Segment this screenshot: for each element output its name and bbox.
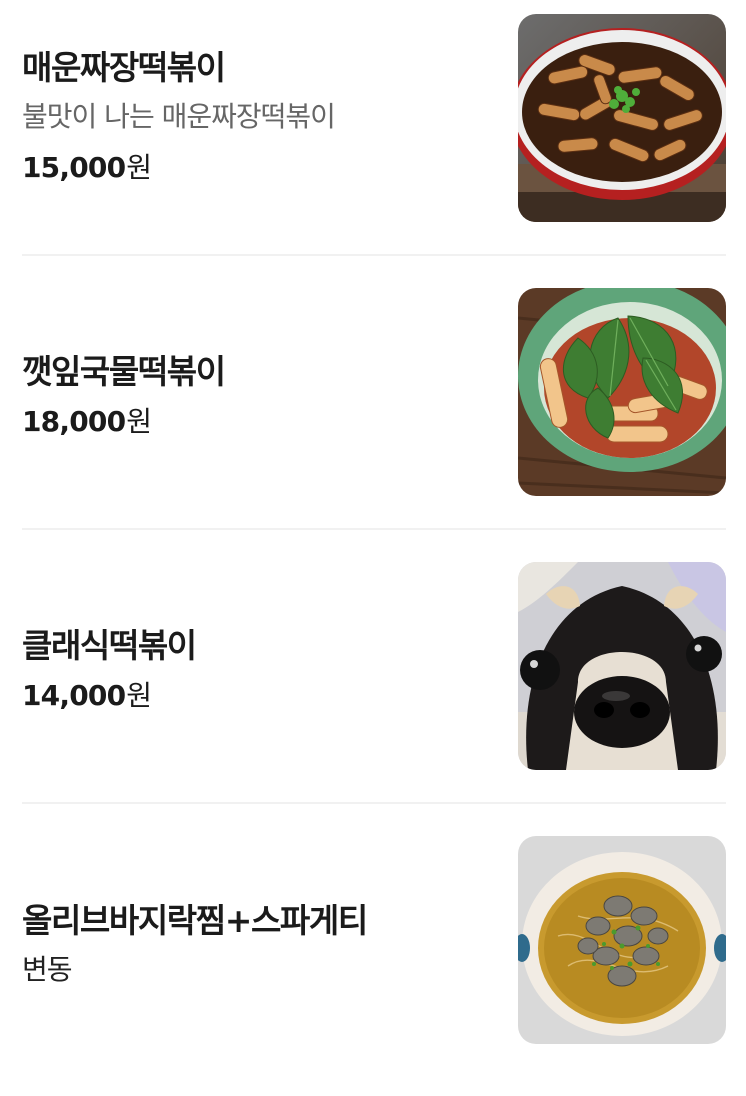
price-currency: 원 xyxy=(126,405,152,438)
perilla-soup-tteokbokki-photo[interactable] xyxy=(518,288,726,496)
menu-item-price: 14,000원 xyxy=(22,670,492,722)
menu-item-price: 18,000원 xyxy=(22,396,492,448)
price-currency: 원 xyxy=(126,679,152,712)
menu-item-text: 깻잎국물떡볶이 18,000원 xyxy=(22,274,492,522)
menu-item-price: 15,000원 xyxy=(22,142,492,194)
menu-item-description: 불맛이 나는 매운짜장떡볶이 xyxy=(22,100,336,133)
menu-item-olive-clam-spaghetti[interactable]: 올리브바지락찜+스파게티 변동 xyxy=(0,822,746,1096)
menu-item-name: 깻잎국물떡볶이 xyxy=(22,352,226,391)
menu-item-perilla-soup-tteokbokki[interactable]: 깻잎국물떡볶이 18,000원 xyxy=(0,274,746,548)
menu-item-spicy-jjajang-tteokbokki[interactable]: 매운짜장떡볶이 불맛이 나는 매운짜장떡볶이 15,000원 xyxy=(0,0,746,274)
price-currency: 원 xyxy=(126,151,152,184)
price-amount: 18,000 xyxy=(22,405,126,438)
menu-item-text: 올리브바지락찜+스파게티 변동 xyxy=(22,822,492,1070)
menu-list: 매운짜장떡볶이 불맛이 나는 매운짜장떡볶이 15,000원 깻잎국물떡볶이 1… xyxy=(0,0,746,1070)
divider xyxy=(22,528,726,530)
menu-item-name: 매운짜장떡볶이 xyxy=(22,48,226,87)
divider xyxy=(22,802,726,804)
clam-spaghetti-image xyxy=(518,836,726,1044)
divider xyxy=(22,254,726,256)
menu-item-name: 클래식떡볶이 xyxy=(22,626,197,665)
perilla-tteokbokki-image xyxy=(518,288,726,496)
clam-spaghetti-photo[interactable] xyxy=(518,836,726,1044)
menu-item-text: 클래식떡볶이 14,000원 xyxy=(22,548,492,796)
dog-image xyxy=(518,562,726,770)
jjajang-tteokbokki-photo[interactable] xyxy=(518,14,726,222)
price-amount: 14,000 xyxy=(22,679,126,712)
menu-item-classic-tteokbokki[interactable]: 클래식떡볶이 14,000원 xyxy=(0,548,746,822)
menu-item-name: 올리브바지락찜+스파게티 xyxy=(22,901,368,940)
menu-item-price-note: 변동 xyxy=(22,953,73,986)
dog-photo[interactable] xyxy=(518,562,726,770)
jjajang-tteokbokki-image xyxy=(518,14,726,222)
menu-item-text: 매운짜장떡볶이 불맛이 나는 매운짜장떡볶이 15,000원 xyxy=(22,0,492,234)
price-amount: 15,000 xyxy=(22,151,126,184)
